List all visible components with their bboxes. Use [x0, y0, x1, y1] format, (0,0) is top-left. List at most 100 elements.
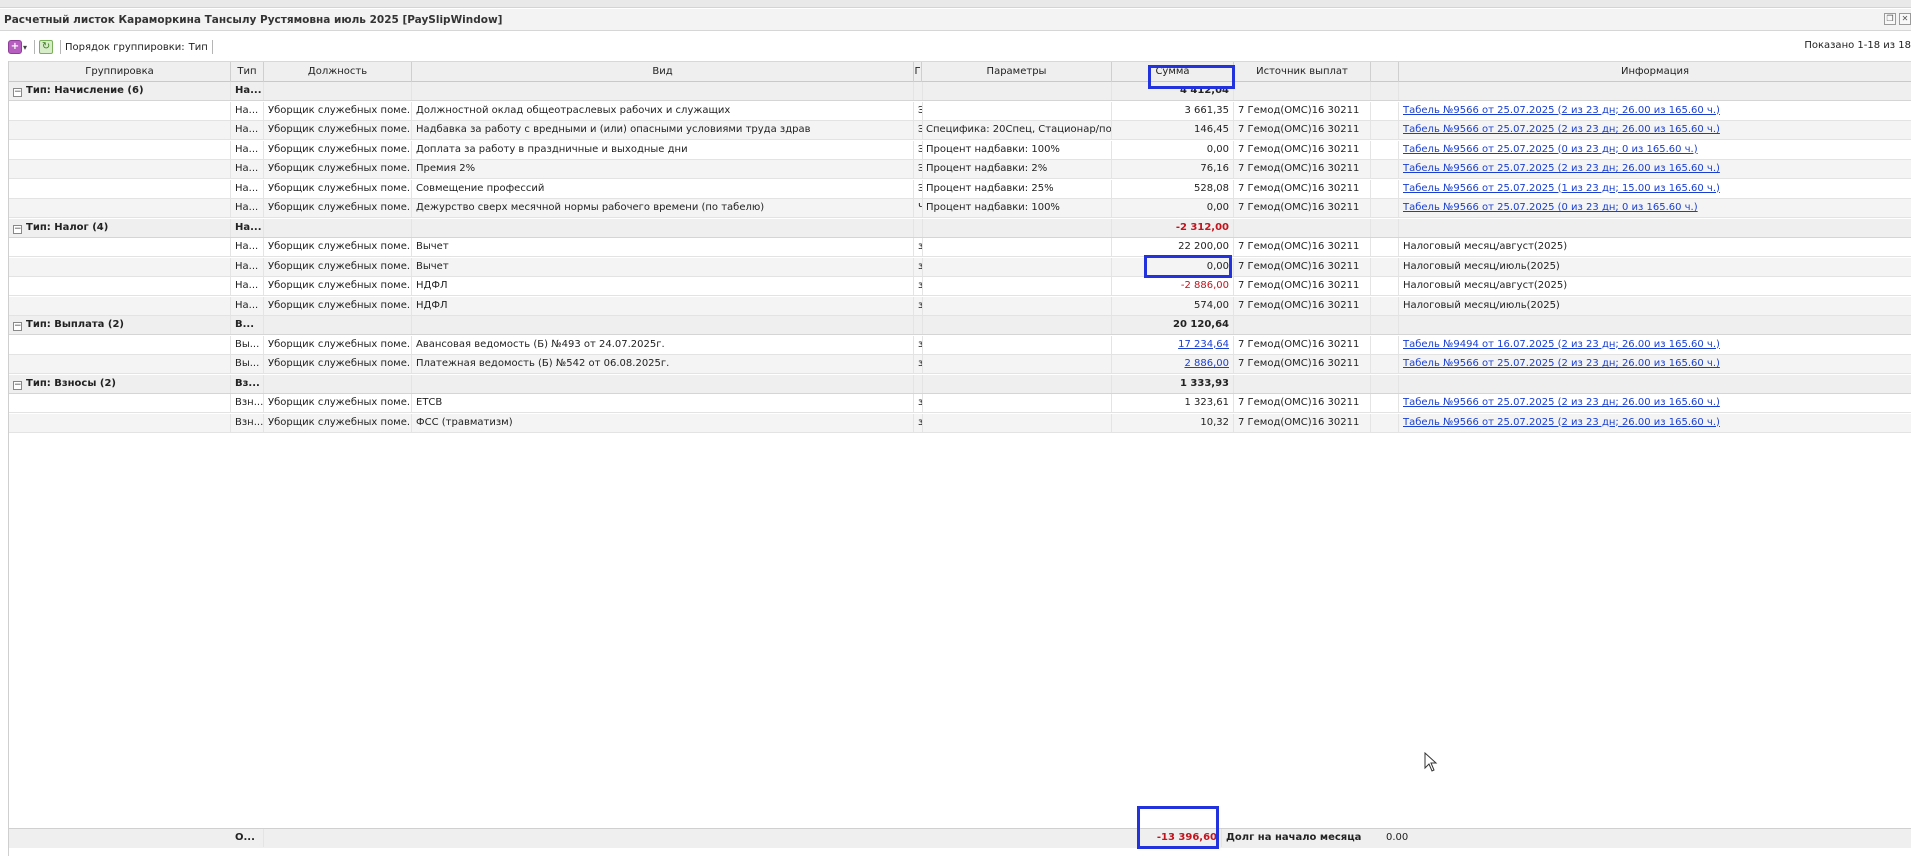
- column-header-flag[interactable]: Г: [914, 62, 922, 82]
- restore-window-icon[interactable]: ❐: [1884, 13, 1896, 25]
- row-sum-cell: 3 661,35: [1112, 101, 1234, 120]
- group-empty-cell: [1234, 218, 1371, 237]
- sum-link[interactable]: 17 234,64: [1178, 339, 1229, 350]
- row-extra-cell: [1371, 413, 1399, 432]
- group-empty-cell: [1371, 374, 1399, 393]
- group-type-cell: В...: [231, 316, 264, 334]
- row-source-cell: 7 Гемод(ОМС)16 30211: [1234, 179, 1371, 198]
- row-info-cell: Табель №9566 от 25.07.2025 (2 из 23 дн; …: [1399, 355, 1911, 373]
- collapse-group-icon[interactable]: −: [13, 224, 22, 234]
- table-row[interactable]: Взн... Уборщик служебных поме... ЕТСВ з 1 32…: [9, 394, 1911, 413]
- row-position-cell: Уборщик служебных поме...: [264, 335, 412, 354]
- table-row[interactable]: На... Уборщик служебных поме... Надбавка з…: [9, 121, 1911, 140]
- collapse-group-icon[interactable]: −: [13, 322, 22, 331]
- table-row[interactable]: На... Уборщик служебных поме... Вычет з 0,00…: [9, 257, 1911, 277]
- column-header-type[interactable]: Тип: [231, 62, 264, 82]
- group-label-cell: − Тип: Налог (4): [9, 218, 231, 237]
- table-row[interactable]: На... Уборщик служебных поме... НДФЛ з -2 88…: [9, 277, 1911, 296]
- row-type-cell: На...: [231, 101, 264, 120]
- close-window-icon[interactable]: ✕: [1899, 13, 1911, 25]
- row-group-cell: [9, 179, 231, 198]
- row-extra-cell: [1371, 101, 1399, 120]
- table-row[interactable]: На... Уборщик служебных поме... Дежурство …: [9, 199, 1911, 218]
- group-row[interactable]: − Тип: Взносы (2) Вз... 1 333,93: [9, 374, 1911, 394]
- timesheet-link[interactable]: Табель №9566 от 25.07.2025 (2 из 23 дн; …: [1403, 417, 1720, 428]
- timesheet-link[interactable]: Табель №9566 от 25.07.2025 (2 из 23 дн; …: [1403, 163, 1720, 174]
- row-sum-cell: 0,00: [1112, 257, 1234, 276]
- table-row[interactable]: На...Уборщик служебных поме...Премия 2%Э…: [9, 160, 1911, 179]
- row-source-cell: 7 Гемод(ОМС)16 30211: [1234, 160, 1371, 178]
- table-row[interactable]: Вы... Уборщик служебных поме... Платежная …: [9, 355, 1911, 374]
- group-row[interactable]: − Тип: Выплата (2) В... 20 120,64: [9, 316, 1911, 335]
- row-sum-cell: 17 234,64: [1112, 335, 1234, 354]
- row-position-cell: Уборщик служебных поме...: [264, 179, 412, 198]
- group-sum-cell: 4 412,04: [1112, 82, 1234, 100]
- timesheet-link[interactable]: Табель №9494 от 16.07.2025 (2 из 23 дн; …: [1403, 339, 1720, 350]
- group-empty-cell: [264, 316, 412, 334]
- collapse-group-icon[interactable]: −: [13, 380, 22, 390]
- row-params-cell: [922, 394, 1112, 412]
- grid-header: Группировка Тип Должность Вид Г Параметр…: [9, 61, 1911, 82]
- row-type-cell: Взн...: [231, 394, 264, 412]
- column-header-sum[interactable]: Сумма: [1112, 62, 1234, 82]
- row-source-cell: 7 Гемод(ОМС)16 30211: [1234, 394, 1371, 412]
- column-header-group[interactable]: Группировка: [9, 62, 231, 82]
- row-source-cell: 7 Гемод(ОМС)16 30211: [1234, 140, 1371, 159]
- collapse-group-icon[interactable]: −: [13, 88, 22, 97]
- column-header-extra[interactable]: [1371, 62, 1399, 82]
- timesheet-link[interactable]: Табель №9566 от 25.07.2025 (2 из 23 дн; …: [1403, 124, 1720, 135]
- column-header-info[interactable]: Информация: [1399, 62, 1911, 82]
- group-label: Тип: Взносы (2): [26, 377, 116, 389]
- row-sum-cell: -2 886,00: [1112, 277, 1234, 295]
- group-row[interactable]: − Тип: Налог (4) На... -2 312,00: [9, 218, 1911, 238]
- row-info-cell: Налоговый месяц/август(2025): [1399, 277, 1911, 295]
- row-source-cell: 7 Гемод(ОМС)16 30211: [1234, 277, 1371, 295]
- timesheet-link[interactable]: Табель №9566 от 25.07.2025 (2 из 23 дн; …: [1403, 358, 1720, 369]
- add-menu-button[interactable]: + ▾: [8, 38, 27, 56]
- row-info-cell: Табель №9566 от 25.07.2025 (2 из 23 дн; …: [1399, 160, 1911, 178]
- column-header-source[interactable]: Источник выплат: [1234, 62, 1371, 82]
- row-kind-cell: ФСС (травматизм): [412, 413, 914, 432]
- row-position-cell: Уборщик служебных поме...: [264, 101, 412, 120]
- row-extra-cell: [1371, 160, 1399, 178]
- mouse-pointer-icon: [1424, 752, 1438, 772]
- row-info-cell: Табель №9566 от 25.07.2025 (0 из 23 дн; …: [1399, 141, 1911, 159]
- row-source-cell: 7 Гемод(ОМС)16 30211: [1234, 355, 1371, 373]
- row-info-cell: Налоговый месяц/август(2025): [1399, 238, 1911, 256]
- column-header-params[interactable]: Параметры: [922, 62, 1112, 82]
- table-row[interactable]: Взн... Уборщик служебных поме... ФСС (трав…: [9, 413, 1911, 433]
- grid-footer: О... -13 396,60 Долг на начало месяца 0.…: [9, 828, 1911, 848]
- table-row[interactable]: На... Уборщик служебных поме... Совмещение…: [9, 179, 1911, 199]
- table-row[interactable]: На... Уборщик служебных поме... НДФЛ з 574,0…: [9, 296, 1911, 316]
- row-position-cell: Уборщик служебных поме...: [264, 296, 412, 315]
- group-label: Тип: Выплата (2): [26, 319, 124, 330]
- timesheet-link[interactable]: Табель №9566 от 25.07.2025 (1 из 23 дн; …: [1403, 183, 1720, 194]
- row-params-cell: [922, 277, 1112, 295]
- table-row[interactable]: На... Уборщик служебных поме... Должностно…: [9, 101, 1911, 121]
- row-params-cell: [922, 355, 1112, 373]
- sum-link[interactable]: 2 886,00: [1184, 358, 1229, 369]
- timesheet-link[interactable]: Табель №9566 от 25.07.2025 (2 из 23 дн; …: [1403, 105, 1720, 116]
- row-sum-cell: 528,08: [1112, 179, 1234, 198]
- table-row[interactable]: На... Уборщик служебных поме... Доплата за…: [9, 140, 1911, 160]
- row-sum-cell: 1 323,61: [1112, 394, 1234, 412]
- refresh-button[interactable]: ↻: [39, 38, 54, 56]
- row-info-cell: Табель №9566 от 25.07.2025 (1 из 23 дн; …: [1399, 180, 1911, 198]
- group-label-cell: − Тип: Взносы (2): [9, 374, 231, 393]
- row-source-cell: 7 Гемод(ОМС)16 30211: [1234, 199, 1371, 217]
- column-header-kind[interactable]: Вид: [412, 62, 914, 82]
- group-row[interactable]: − Тип: Начисление (6) На... 4 412,04: [9, 82, 1911, 101]
- row-type-cell: На...: [231, 121, 264, 139]
- row-sum-cell: 2 886,00: [1112, 355, 1234, 373]
- row-extra-cell: [1371, 394, 1399, 412]
- column-header-position[interactable]: Должность: [264, 62, 412, 82]
- table-row[interactable]: На... Уборщик служебных поме... Вычет з 22 2…: [9, 238, 1911, 257]
- grouping-order-value[interactable]: Тип: [189, 42, 208, 53]
- timesheet-link[interactable]: Табель №9566 от 25.07.2025 (0 из 23 дн; …: [1403, 202, 1698, 213]
- row-kind-cell: Премия 2%: [412, 160, 914, 178]
- table-row[interactable]: Вы... Уборщик служебных поме... Авансовая …: [9, 335, 1911, 355]
- row-position-cell: Уборщик служебных поме...: [264, 413, 412, 432]
- row-info-cell: Табель №9494 от 16.07.2025 (2 из 23 дн; …: [1399, 336, 1911, 354]
- timesheet-link[interactable]: Табель №9566 от 25.07.2025 (2 из 23 дн; …: [1403, 397, 1720, 408]
- timesheet-link[interactable]: Табель №9566 от 25.07.2025 (0 из 23 дн; …: [1403, 144, 1698, 155]
